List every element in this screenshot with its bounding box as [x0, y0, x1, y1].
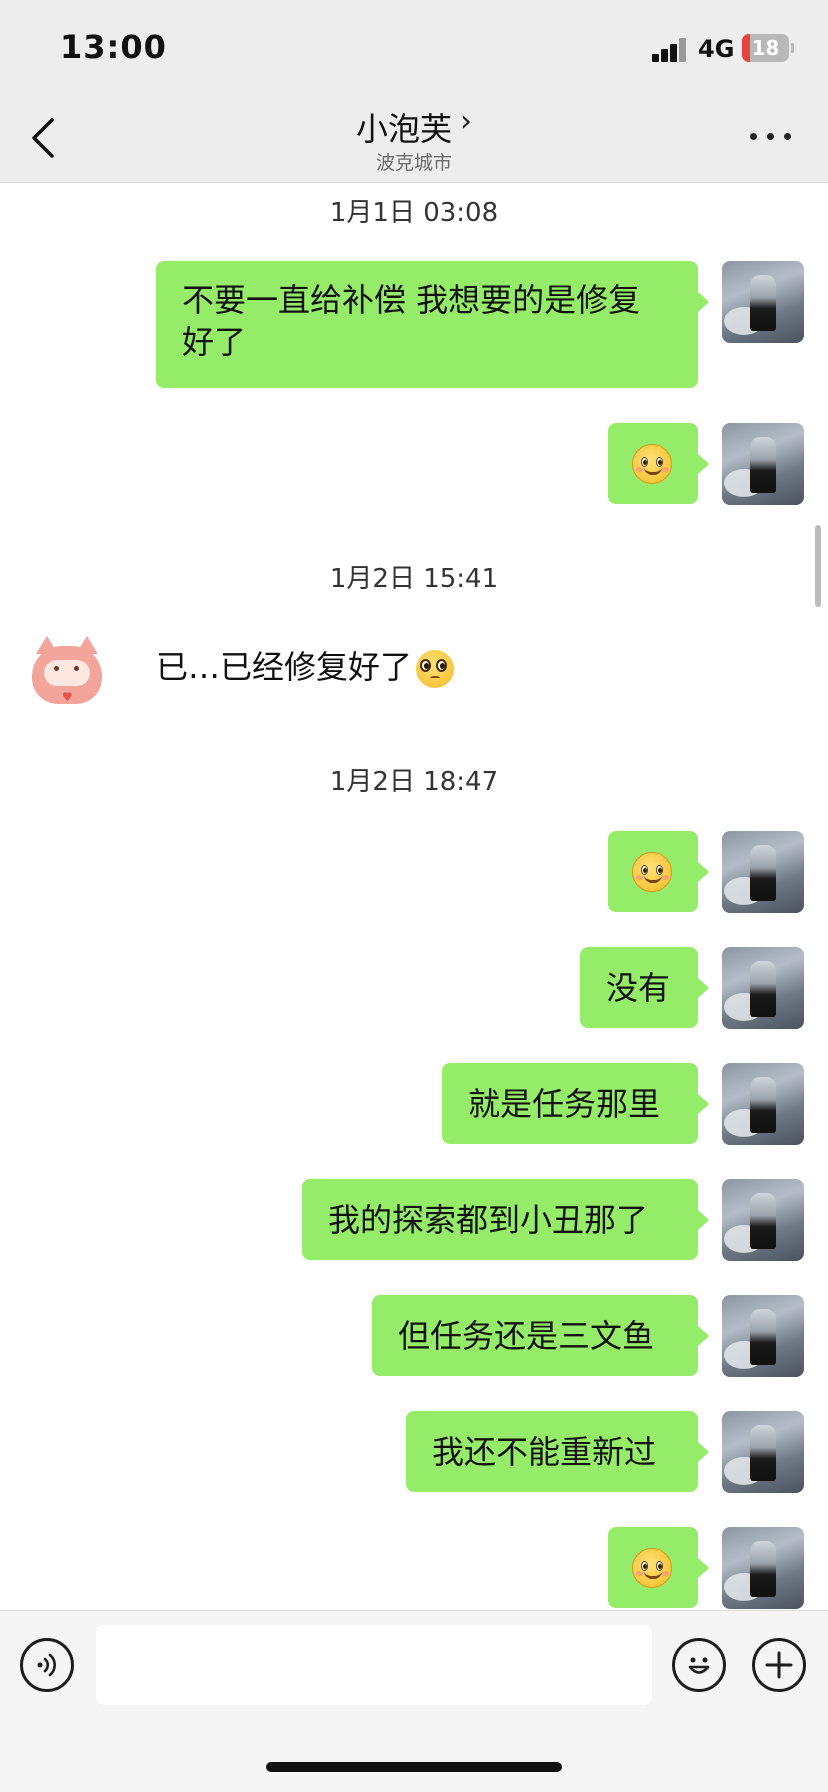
- chevron-left-icon: [32, 118, 54, 158]
- chat-title-group[interactable]: 小泡芙 ›: [214, 104, 614, 150]
- battery-tip: [791, 43, 794, 53]
- message-text: 我的探索都到小丑那了: [328, 1200, 649, 1239]
- battery-percent: 18: [751, 36, 780, 60]
- emoji-button[interactable]: [672, 1638, 726, 1692]
- voice-button[interactable]: [20, 1638, 74, 1692]
- message-text: 不要一直给补偿 我想要的是修复好了: [182, 281, 641, 361]
- my-avatar[interactable]: [722, 423, 804, 505]
- message-text: 已…已经修复好了: [156, 648, 413, 686]
- home-indicator[interactable]: [266, 1762, 562, 1772]
- more-options-button[interactable]: [750, 133, 792, 145]
- contact-avatar[interactable]: ♥: [24, 628, 106, 710]
- chat-subtitle: 波克城市: [375, 152, 452, 174]
- message-bubble[interactable]: 就是任务那里: [442, 1063, 709, 1144]
- plus-icon: [765, 1651, 793, 1679]
- smile-emoji: [632, 1547, 672, 1588]
- message-bubble[interactable]: 我还不能重新过: [406, 1411, 709, 1492]
- my-avatar[interactable]: [722, 261, 804, 343]
- chat-header: 13:00 4G 18 小泡芙 › 波克城市: [0, 0, 828, 183]
- message-text: 我还不能重新过: [432, 1432, 657, 1471]
- timestamp: 1月1日 03:08: [329, 198, 499, 228]
- timestamp: 1月2日 15:41: [329, 564, 499, 594]
- message-text: 但任务还是三文鱼: [398, 1316, 655, 1355]
- my-avatar[interactable]: [722, 1295, 804, 1377]
- smile-emoji: [632, 443, 672, 484]
- smile-emoji: [632, 851, 672, 892]
- my-avatar[interactable]: [722, 1063, 804, 1145]
- emoji-icon: [688, 1657, 710, 1674]
- message-input[interactable]: [96, 1625, 652, 1705]
- message-bubble[interactable]: 我的探索都到小丑那了: [302, 1179, 709, 1260]
- signal-icon: [652, 38, 688, 62]
- message-bubble[interactable]: 没有: [580, 947, 709, 1028]
- my-avatar[interactable]: [722, 1411, 804, 1493]
- battery-icon: 18: [742, 34, 789, 62]
- my-avatar[interactable]: [722, 1179, 804, 1261]
- plus-button[interactable]: [752, 1638, 806, 1692]
- message-bubble[interactable]: 不要一直给补偿 我想要的是修复好了: [156, 261, 709, 388]
- message-bubble[interactable]: [608, 423, 709, 504]
- message-bubble[interactable]: 但任务还是三文鱼: [372, 1295, 709, 1376]
- pleading-face-emoji: [416, 650, 455, 688]
- chat-screen: 13:00 4G 18 小泡芙 › 波克城市 1月1日 03:08 不要一直给补…: [0, 0, 828, 1792]
- scroll-indicator[interactable]: [815, 525, 821, 607]
- voice-icon: [37, 1653, 56, 1677]
- message-text: 就是任务那里: [468, 1084, 661, 1123]
- chat-title: 小泡芙: [355, 110, 452, 148]
- network-type: 4G: [698, 35, 735, 63]
- message-bubble[interactable]: 已…已经修复好了: [156, 646, 455, 688]
- message-text: 没有: [606, 968, 671, 1007]
- message-bubble[interactable]: [608, 1527, 709, 1608]
- my-avatar[interactable]: [722, 831, 804, 913]
- status-time: 13:00: [60, 28, 167, 66]
- my-avatar[interactable]: [722, 1527, 804, 1609]
- message-bubble[interactable]: [608, 831, 709, 912]
- my-avatar[interactable]: [722, 947, 804, 1029]
- timestamp: 1月2日 18:47: [329, 767, 499, 797]
- back-button[interactable]: [28, 116, 58, 160]
- chevron-right-icon: ›: [460, 104, 472, 139]
